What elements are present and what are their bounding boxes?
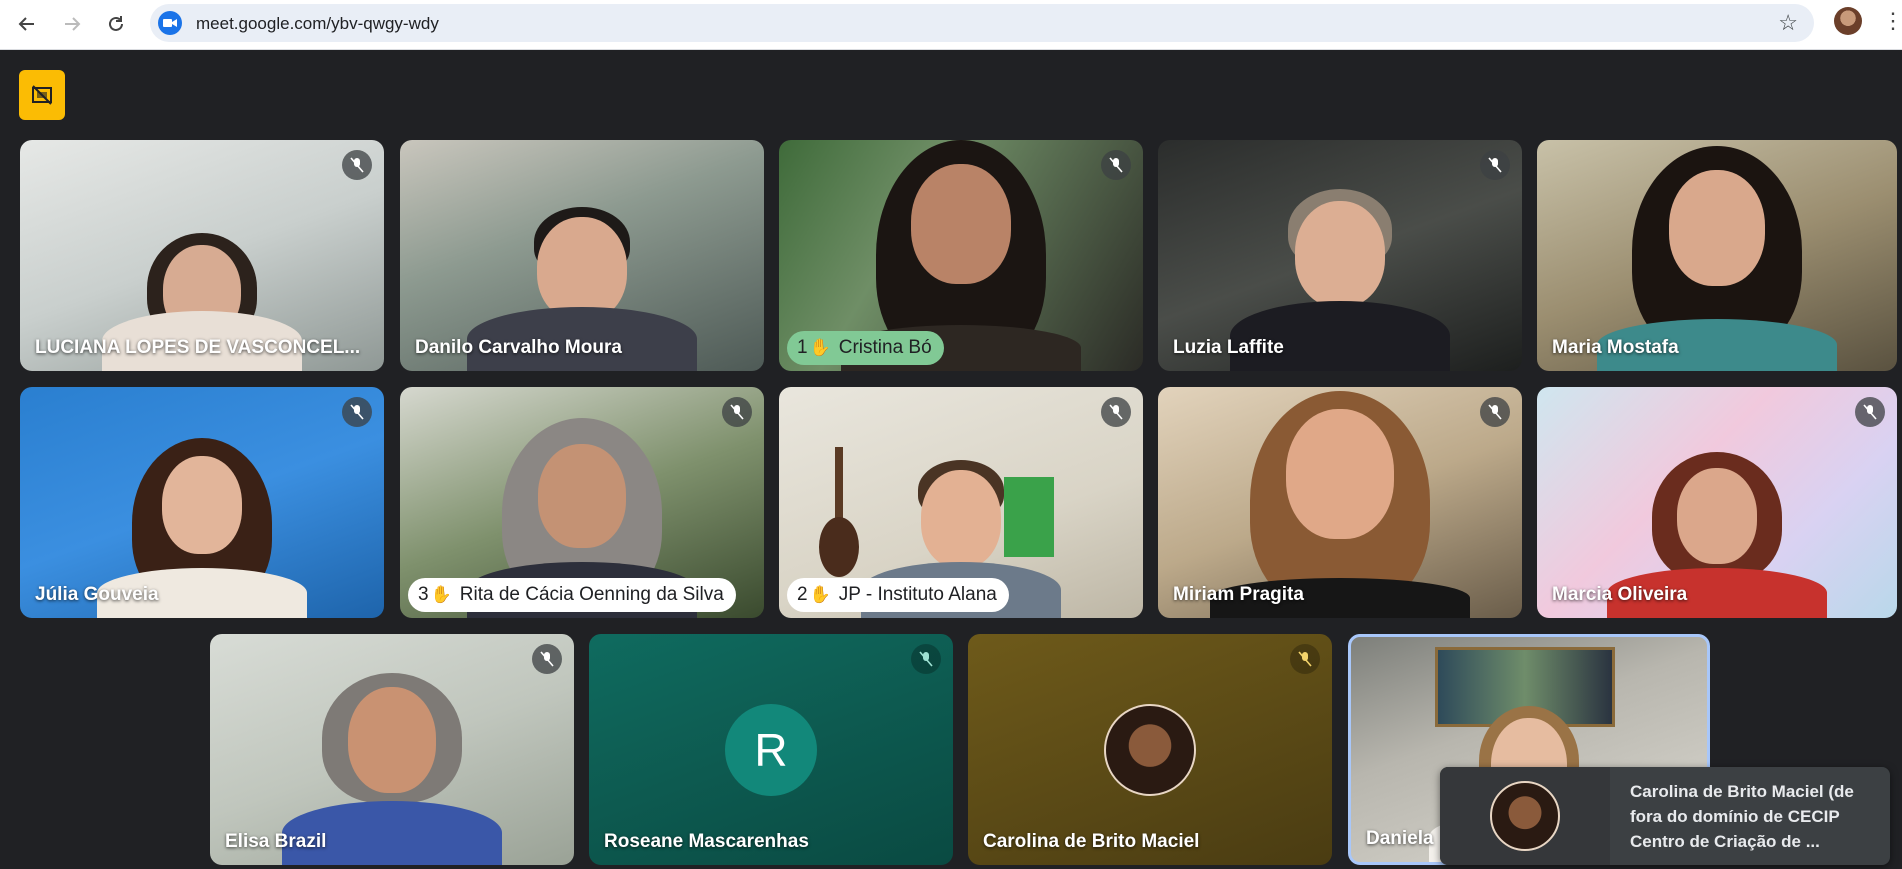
participant-tile[interactable]: Marcia Oliveira	[1537, 387, 1897, 618]
forward-button[interactable]	[56, 8, 88, 40]
mic-off-icon	[1290, 644, 1320, 674]
raised-hand-icon: ✋	[809, 585, 831, 604]
participant-name: Daniela	[1366, 828, 1434, 849]
mic-off-icon	[342, 397, 372, 427]
mic-off-icon	[532, 644, 562, 674]
mic-off-icon	[722, 397, 752, 427]
participant-name: Luzia Laffite	[1173, 337, 1284, 358]
participant-initial-avatar: R	[725, 703, 817, 796]
participant-tile[interactable]: 3 ✋ Rita de Cácia Oenning da Silva	[400, 387, 764, 618]
mic-off-icon	[1480, 397, 1510, 427]
participant-tile[interactable]: R Roseane Mascarenhas	[589, 634, 953, 865]
participant-tile[interactable]: Maria Mostafa	[1537, 140, 1897, 371]
meet-grid: LUCIANA LOPES DE VASCONCEL... Danilo Car…	[0, 51, 1902, 869]
participant-name: Danilo Carvalho Moura	[415, 337, 622, 358]
raised-hand-badge: 1 ✋ Cristina Bó	[787, 331, 944, 365]
mic-off-icon	[1480, 150, 1510, 180]
url-text: meet.google.com/ybv-qwgy-wdy	[196, 14, 439, 33]
star-icon[interactable]: ☆	[1778, 10, 1798, 36]
no-video-frame-icon	[32, 85, 52, 105]
participant-tile[interactable]: Júlia Gouveia	[20, 387, 384, 618]
participant-tile[interactable]: 1 ✋ Cristina Bó	[779, 140, 1143, 371]
hand-order: 2	[797, 584, 808, 605]
reload-button[interactable]	[100, 8, 132, 40]
profile-avatar[interactable]	[1834, 7, 1862, 35]
participant-name: Marcia Oliveira	[1552, 584, 1688, 605]
participant-name: Rita de Cácia Oenning da Silva	[459, 584, 724, 605]
participant-name: JP - Instituto Alana	[838, 584, 997, 605]
mic-off-icon	[1101, 397, 1131, 427]
raised-hand-badge: 3 ✋ Rita de Cácia Oenning da Silva	[408, 578, 736, 612]
join-request-notification[interactable]: Carolina de Brito Maciel (de fora do dom…	[1440, 767, 1890, 865]
address-bar[interactable]: meet.google.com/ybv-qwgy-wdy ☆	[150, 4, 1814, 42]
raised-hand-icon: ✋	[430, 585, 452, 604]
participant-tile[interactable]: LUCIANA LOPES DE VASCONCEL...	[20, 140, 384, 371]
participant-tile[interactable]: Elisa Brazil	[210, 634, 574, 865]
browser-toolbar: meet.google.com/ybv-qwgy-wdy ☆ ⋮	[0, 0, 1902, 50]
notification-text: Carolina de Brito Maciel (de fora do dom…	[1630, 782, 1854, 851]
hand-order: 3	[418, 584, 429, 605]
mic-off-icon	[342, 150, 372, 180]
participant-name: Roseane Mascarenhas	[604, 831, 809, 852]
participant-tile[interactable]: Carolina de Brito Maciel	[968, 634, 1332, 865]
participant-name: Miriam Pragita	[1173, 584, 1304, 605]
more-menu-icon[interactable]: ⋮	[1882, 6, 1902, 36]
meet-favicon-icon	[158, 11, 182, 35]
raised-hand-icon: ✋	[809, 338, 831, 357]
hand-order: 1	[797, 337, 808, 358]
guitar-decoration	[819, 447, 859, 577]
back-button[interactable]	[11, 8, 43, 40]
arrow-right-icon	[65, 17, 81, 31]
participant-name: Cristina Bó	[838, 337, 932, 358]
participant-name: Elisa Brazil	[225, 831, 327, 852]
participant-name: Maria Mostafa	[1552, 337, 1679, 358]
participant-tile[interactable]: Luzia Laffite	[1158, 140, 1522, 371]
participant-name: Júlia Gouveia	[35, 584, 159, 605]
participant-tile[interactable]: Danilo Carvalho Moura	[400, 140, 764, 371]
reload-icon	[109, 16, 123, 31]
participant-tile[interactable]: 2 ✋ JP - Instituto Alana	[779, 387, 1143, 618]
notification-avatar	[1490, 781, 1560, 851]
raised-hand-badge: 2 ✋ JP - Instituto Alana	[787, 578, 1009, 612]
participant-photo-avatar	[1104, 703, 1196, 796]
mic-off-icon	[911, 644, 941, 674]
participant-name: LUCIANA LOPES DE VASCONCEL...	[35, 337, 361, 358]
mic-off-icon	[1855, 397, 1885, 427]
participant-name: Carolina de Brito Maciel	[983, 831, 1200, 852]
mic-off-icon	[1101, 150, 1131, 180]
visual-effects-button[interactable]	[19, 70, 65, 120]
participant-tile[interactable]: Miriam Pragita	[1158, 387, 1522, 618]
arrow-left-icon	[18, 17, 34, 31]
